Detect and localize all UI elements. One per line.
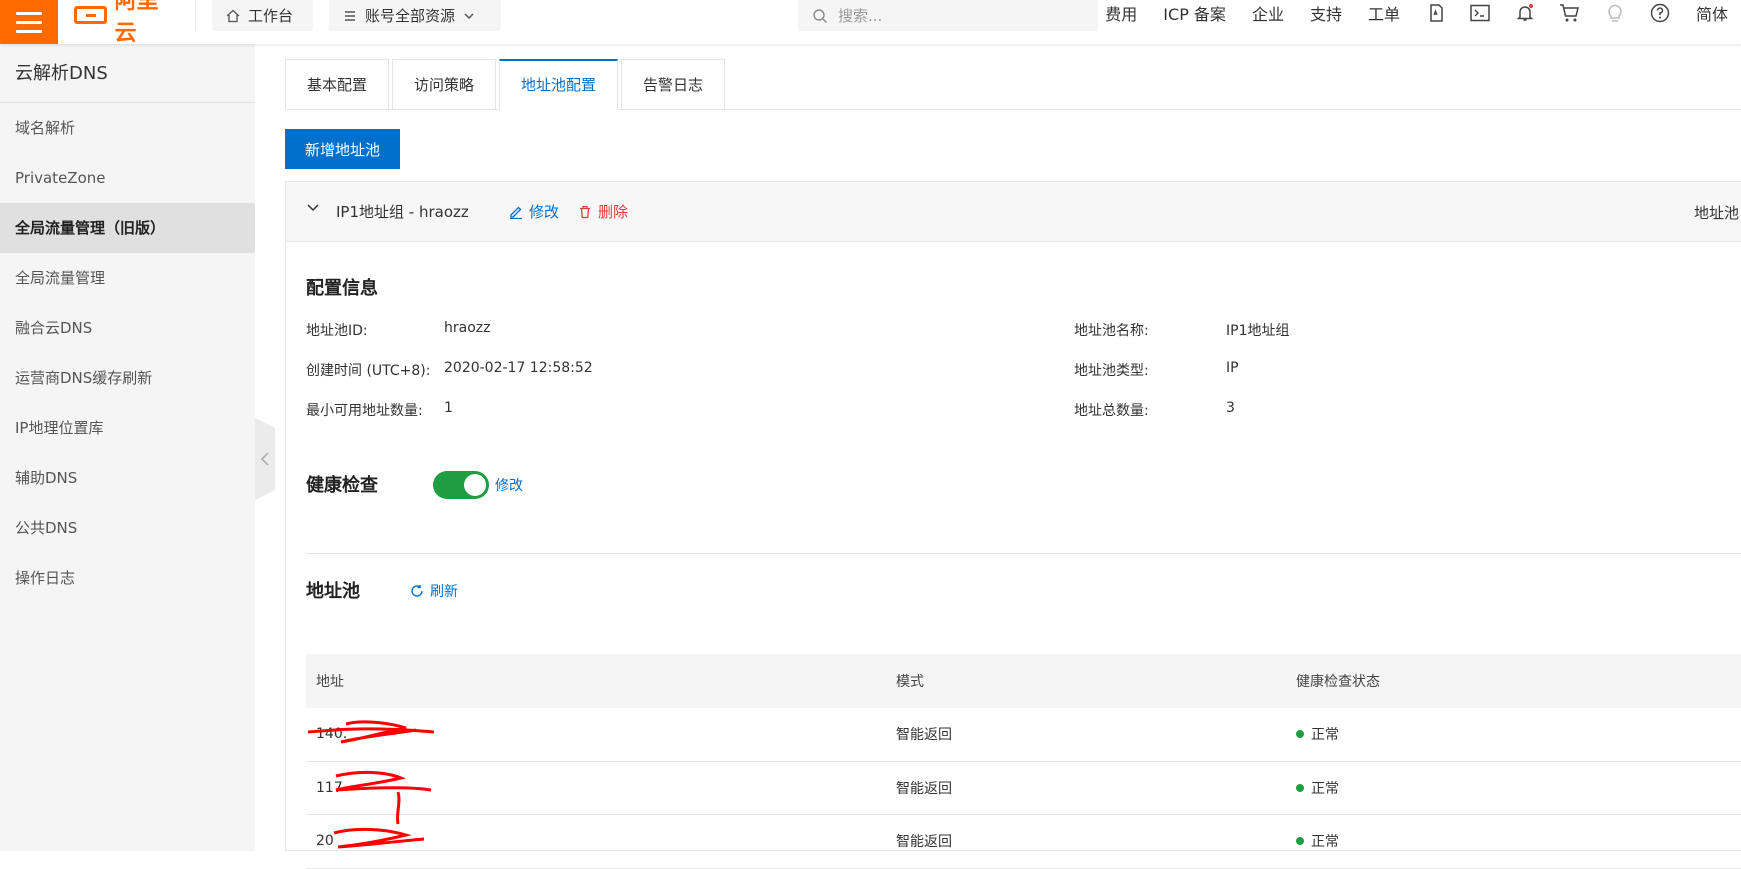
created-time-value: 2020-02-17 12:58:52 xyxy=(444,360,593,376)
min-available-label: 最小可用地址数量: xyxy=(306,403,423,419)
main-content: 基本配置 访问策略 地址池配置 告警日志 新增地址池 IP1地址组 - hrao… xyxy=(285,44,1741,869)
mode-cell: 智能返回 xyxy=(896,727,952,744)
sidebar-title: 云解析DNS xyxy=(0,44,255,103)
address-pool-title: 地址池 xyxy=(306,581,360,602)
created-time-label: 创建时间 (UTC+8): xyxy=(306,363,431,379)
bell-icon[interactable] xyxy=(1503,3,1548,23)
tab-address-pool-config[interactable]: 地址池配置 xyxy=(499,59,619,110)
pool-id-value: hraozz xyxy=(444,320,491,336)
pool-header: IP1地址组 - hraozz 修改 删除 地址池 xyxy=(286,182,1741,242)
search-input[interactable]: 搜索... xyxy=(798,0,1098,31)
edit-pool-button[interactable]: 修改 xyxy=(509,201,559,222)
edit-health-check-button[interactable]: 修改 xyxy=(495,475,523,495)
terminal-icon[interactable] xyxy=(1458,4,1503,22)
nav-ticket[interactable]: 工单 xyxy=(1355,1,1413,25)
status-dot xyxy=(1296,730,1304,739)
sidebar-item-public-dns[interactable]: 公共DNS xyxy=(0,503,255,553)
workbench-label: 工作台 xyxy=(248,7,294,25)
refresh-icon xyxy=(411,585,423,597)
sidebar-item-gtm[interactable]: 全局流量管理 xyxy=(0,253,255,303)
sidebar-item-gtm-legacy[interactable]: 全局流量管理（旧版） xyxy=(0,203,255,253)
chevron-down-icon[interactable] xyxy=(306,200,320,214)
pool-header-right-label: 地址池 xyxy=(1694,204,1740,222)
table-row: 117 智能返回 正常 xyxy=(306,762,1741,824)
top-nav: 费用 ICP 备案 企业 支持 工单 简体 xyxy=(1092,0,1741,26)
pencil-icon xyxy=(510,206,522,219)
status-cell: 正常 xyxy=(1311,780,1339,797)
language-switch[interactable]: 简体 xyxy=(1683,1,1741,25)
sidebar-item-operation-log[interactable]: 操作日志 xyxy=(0,553,255,603)
nav-support[interactable]: 支持 xyxy=(1297,1,1355,25)
redaction-scribble xyxy=(333,828,425,849)
column-health-status: 健康检查状态 xyxy=(1296,674,1380,690)
pool-type-value: IP xyxy=(1226,360,1239,376)
nav-enterprise[interactable]: 企业 xyxy=(1239,1,1297,25)
app-icon[interactable] xyxy=(1413,3,1458,23)
redaction-scribble xyxy=(335,770,432,824)
logo-text: 阿里云 xyxy=(114,0,159,46)
chevron-down-icon xyxy=(464,12,474,19)
tab-basic-config[interactable]: 基本配置 xyxy=(285,59,390,110)
sidebar: 云解析DNS 域名解析 PrivateZone 全局流量管理（旧版） 全局流量管… xyxy=(0,44,255,851)
status-cell: 正常 xyxy=(1311,834,1339,851)
sidebar-item-secondary-dns[interactable]: 辅助DNS xyxy=(0,453,255,503)
mode-cell: 智能返回 xyxy=(896,834,952,851)
column-mode: 模式 xyxy=(896,674,924,690)
hamburger-icon xyxy=(16,11,42,15)
nav-fees[interactable]: 费用 xyxy=(1092,1,1150,25)
redaction-scribble xyxy=(307,720,435,744)
pool-name-label: 地址池名称: xyxy=(1074,323,1149,339)
min-available-value: 1 xyxy=(444,400,453,416)
trash-icon xyxy=(580,205,590,218)
home-icon xyxy=(226,9,240,22)
stack-icon xyxy=(345,10,355,21)
top-bar: 阿里云 工作台 账号全部资源 搜索... 费用 ICP 备案 企业 支持 工单 xyxy=(0,0,1741,46)
sidebar-item-privatezone[interactable]: PrivateZone xyxy=(0,153,255,203)
menu-button[interactable] xyxy=(0,0,58,44)
sidebar-item-ip-geo[interactable]: IP地理位置库 xyxy=(0,403,255,453)
sidebar-item-fusion-dns[interactable]: 融合云DNS xyxy=(0,303,255,353)
sidebar-collapse-handle[interactable] xyxy=(255,418,275,500)
column-address: 地址 xyxy=(316,674,344,690)
tab-alert-log[interactable]: 告警日志 xyxy=(621,59,726,110)
add-address-pool-button[interactable]: 新增地址池 xyxy=(285,129,400,169)
total-address-label: 地址总数量: xyxy=(1074,403,1149,419)
aliyun-logo-icon xyxy=(74,6,107,24)
sidebar-item-domain-resolution[interactable]: 域名解析 xyxy=(0,103,255,153)
tab-bar: 基本配置 访问策略 地址池配置 告警日志 xyxy=(285,59,1741,110)
status-cell: 正常 xyxy=(1311,727,1339,744)
status-dot xyxy=(1296,837,1304,846)
pool-name: IP1地址组 - hraozz xyxy=(336,203,469,221)
pool-type-label: 地址池类型: xyxy=(1074,363,1149,379)
resources-label: 账号全部资源 xyxy=(365,7,456,25)
tab-access-policy[interactable]: 访问策略 xyxy=(392,59,497,110)
search-placeholder: 搜索... xyxy=(838,7,883,25)
health-check-toggle[interactable] xyxy=(433,471,489,499)
delete-pool-button[interactable]: 删除 xyxy=(578,201,628,222)
workbench-button[interactable]: 工作台 xyxy=(212,0,313,31)
total-address-value: 3 xyxy=(1226,400,1235,416)
pool-id-label: 地址池ID: xyxy=(306,323,368,339)
table-row: 140. 智能返回 正常 xyxy=(306,708,1741,762)
table-header: 地址 模式 健康检查状态 xyxy=(306,654,1741,708)
pool-name-value: IP1地址组 xyxy=(1226,323,1290,339)
chevron-left-icon xyxy=(260,452,269,466)
table-row: 20 智能返回 正常 xyxy=(306,815,1741,869)
help-icon[interactable] xyxy=(1638,3,1683,23)
cart-icon[interactable] xyxy=(1548,3,1593,23)
lightbulb-icon[interactable] xyxy=(1593,3,1638,23)
resources-dropdown[interactable]: 账号全部资源 xyxy=(329,0,501,31)
address-pool-panel: IP1地址组 - hraozz 修改 删除 地址池 配置信息 地址池ID: hr… xyxy=(285,181,1741,869)
config-section-title: 配置信息 xyxy=(306,278,378,299)
status-dot xyxy=(1296,783,1304,792)
search-icon xyxy=(813,8,827,23)
mode-cell: 智能返回 xyxy=(896,780,952,797)
address-table: 地址 模式 健康检查状态 140. 智能返回 正常 117 智能返回 正常 20… xyxy=(306,654,1741,869)
aliyun-logo[interactable]: 阿里云 xyxy=(74,0,196,46)
divider xyxy=(306,553,1741,554)
nav-icp[interactable]: ICP 备案 xyxy=(1150,1,1239,25)
health-check-title: 健康检查 xyxy=(306,475,378,496)
refresh-button[interactable]: 刷新 xyxy=(410,581,458,601)
sidebar-item-cache-refresh[interactable]: 运营商DNS缓存刷新 xyxy=(0,353,255,403)
